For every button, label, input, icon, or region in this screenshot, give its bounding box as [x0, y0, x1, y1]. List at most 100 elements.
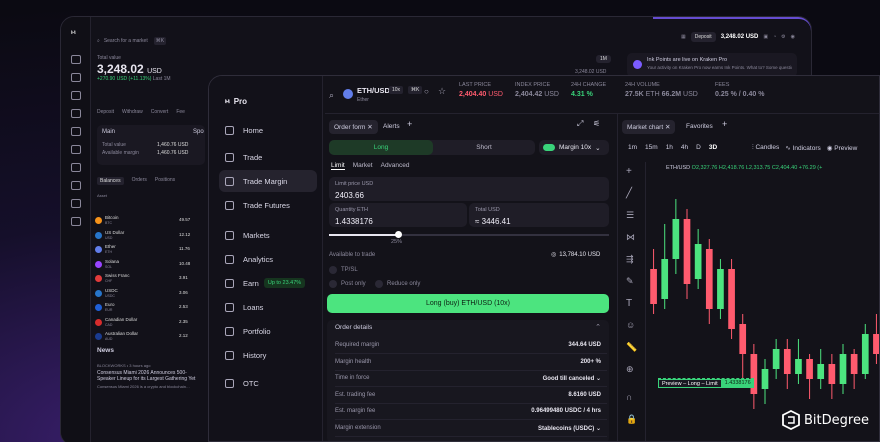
history-icon[interactable]	[71, 217, 81, 226]
pair-name[interactable]: ETH/USD	[357, 86, 390, 95]
tab-order-form[interactable]: Order form ✕	[329, 120, 378, 134]
chart-icon[interactable]	[71, 73, 81, 82]
user-icon[interactable]: ◉	[791, 34, 795, 40]
close-icon[interactable]: ✕	[665, 124, 670, 131]
tab-orders[interactable]: Orders	[132, 177, 147, 185]
size-slider[interactable]	[329, 231, 609, 238]
asset-row[interactable]: Canadian Dollar CAD 2.35	[93, 317, 205, 330]
asset-row[interactable]: Ether ETH 11.76	[93, 244, 205, 257]
close-icon[interactable]: ✕	[367, 124, 372, 131]
quantity-field[interactable]: Quantity ETH 1.4338176	[329, 203, 467, 227]
order-type-advanced[interactable]: Advanced	[381, 162, 410, 170]
long-button[interactable]: Long	[329, 140, 433, 155]
magnet-icon[interactable]: ∩	[626, 392, 638, 404]
sidebar-item-analytics[interactable]: Analytics	[219, 248, 317, 270]
order-type-market[interactable]: Market	[353, 162, 373, 170]
wallet-icon[interactable]: ▣	[763, 34, 768, 40]
asset-row[interactable]: Euro EUR 2.53	[93, 302, 205, 315]
post-only-checkbox[interactable]: Post only	[329, 280, 366, 288]
interval-15m[interactable]: 15m	[645, 144, 658, 151]
asset-row[interactable]: Swiss Franc CHF 3.91	[93, 273, 205, 286]
ink-points-card[interactable]: Ink Points are live on Kraken Pro Your a…	[627, 53, 797, 77]
preview-button[interactable]: ◉ Preview	[827, 144, 858, 152]
sidebar-item-loans[interactable]: Loans	[219, 296, 317, 318]
back-action-convert[interactable]: Convert	[151, 109, 169, 115]
order-detail-row[interactable]: Margin extension Stablecoins (USDC) ⌄	[335, 425, 607, 437]
sidebar-item-trade[interactable]: Trade	[219, 146, 317, 168]
analytics-icon[interactable]	[71, 145, 81, 154]
ruler-icon[interactable]: 📏	[626, 342, 638, 354]
asset-row[interactable]: US Dollar USD 12.12	[93, 230, 205, 243]
tab-balances[interactable]: Balances	[97, 177, 124, 185]
asset-row[interactable]: Australian Dollar AUD 2.12	[93, 331, 205, 344]
short-button[interactable]: Short	[433, 140, 535, 155]
sidebar-item-history[interactable]: History	[219, 344, 317, 366]
trade-icon[interactable]	[71, 109, 81, 118]
interval-d[interactable]: D	[696, 144, 701, 151]
reduce-only-checkbox[interactable]: Reduce only	[375, 280, 420, 288]
expand-icon[interactable]: ⤢	[577, 119, 583, 129]
candles-button[interactable]: ⫶ Candles	[752, 144, 779, 152]
sidebar-item-home[interactable]: Home	[219, 119, 317, 141]
margin-toggle[interactable]: Margin 10x ⌄	[539, 140, 609, 155]
back-search-bar[interactable]: ⌕ Search for a market ⌘K	[97, 35, 197, 47]
fib-icon[interactable]: ☰	[626, 210, 638, 222]
portfolio-icon[interactable]	[71, 199, 81, 208]
order-detail-row[interactable]: Time in force Good till canceled ⌄	[335, 375, 607, 387]
add-tab-icon[interactable]: +	[722, 119, 727, 129]
lock-icon[interactable]: 🔒	[626, 414, 638, 426]
sidebar-item-otc[interactable]: OTC	[219, 372, 317, 394]
main-account-card[interactable]: Main Total value 1,460.76 USD Available …	[97, 125, 205, 165]
forecast-icon[interactable]: ⇶	[626, 254, 638, 266]
zoom-icon[interactable]: ⊕	[626, 364, 638, 376]
back-action-fee[interactable]: Fee	[176, 109, 185, 115]
trendline-icon[interactable]: ╱	[626, 188, 638, 200]
asset-row[interactable]: Solana SOL 10.48	[93, 259, 205, 272]
indicators-button[interactable]: ∿ Indicators	[785, 144, 820, 152]
slider-handle[interactable]	[395, 231, 402, 238]
submit-order-button[interactable]: Long (buy) ETH/USD (10x)	[327, 294, 609, 313]
asset-row[interactable]: USDC USDC 3.06	[93, 288, 205, 301]
app-logo[interactable]: ⲙ Pro	[225, 96, 247, 106]
grid-icon[interactable]: ▦	[681, 34, 686, 40]
order-type-limit[interactable]: Limit	[331, 162, 345, 170]
search-icon[interactable]: ⌕	[329, 90, 334, 101]
chevron-up-icon[interactable]: ⌃	[595, 323, 601, 331]
limit-price-field[interactable]: Limit price USD 2403.66	[329, 177, 609, 201]
crosshair-icon[interactable]: +	[626, 166, 638, 178]
sidebar-item-trade-margin[interactable]: Trade Margin	[219, 170, 317, 192]
percent-icon[interactable]	[71, 163, 81, 172]
brush-icon[interactable]: ✎	[626, 276, 638, 288]
tab-favorites[interactable]: Favorites	[686, 123, 713, 130]
interval-3d[interactable]: 3D	[709, 144, 717, 151]
preview-order-line[interactable]: Preview – Long – Limit 1.4338176	[658, 378, 754, 388]
tab-alerts[interactable]: Alerts	[383, 123, 400, 130]
tab-positions[interactable]: Positions	[155, 177, 175, 185]
emoji-icon[interactable]: ☺	[626, 320, 638, 332]
text-icon[interactable]: T	[626, 298, 638, 310]
news-headline[interactable]: Consensus Miami 2026 Announces 500-Speak…	[97, 370, 205, 382]
interval-1m[interactable]: 1m	[628, 144, 637, 151]
fees[interactable]: FEES 0.25 % / 0.40 %	[715, 82, 764, 98]
range-select[interactable]: 1M	[596, 55, 611, 63]
settings-sliders-icon[interactable]: ⚟	[593, 119, 600, 128]
pattern-icon[interactable]: ⋈	[626, 232, 638, 244]
back-deposit-button[interactable]: Deposit	[690, 32, 716, 42]
add-tab-icon[interactable]: +	[407, 119, 412, 129]
star-icon[interactable]: ☆	[438, 86, 446, 97]
back-action-withdraw[interactable]: Withdraw	[122, 109, 143, 115]
sidebar-item-earn[interactable]: Earn Up to 23.47%	[219, 272, 317, 294]
loan-icon[interactable]	[71, 181, 81, 190]
home-icon[interactable]	[71, 55, 81, 64]
sidebar-item-portfolio[interactable]: Portfolio	[219, 320, 317, 342]
total-field[interactable]: Total USD ≈ 3446.41	[469, 203, 609, 227]
tpsl-checkbox[interactable]: TP/SL	[329, 266, 358, 274]
tab-market-chart[interactable]: Market chart ✕	[622, 120, 676, 134]
interval-4h[interactable]: 4h	[681, 144, 688, 151]
sidebar-item-trade-futures[interactable]: Trade Futures	[219, 194, 317, 216]
coin-icon[interactable]	[71, 127, 81, 136]
interval-1h[interactable]: 1h	[666, 144, 673, 151]
toggle-switch[interactable]	[543, 144, 555, 151]
back-action-deposit[interactable]: Deposit	[97, 109, 114, 115]
gear-icon[interactable]: ⚙	[781, 34, 785, 40]
